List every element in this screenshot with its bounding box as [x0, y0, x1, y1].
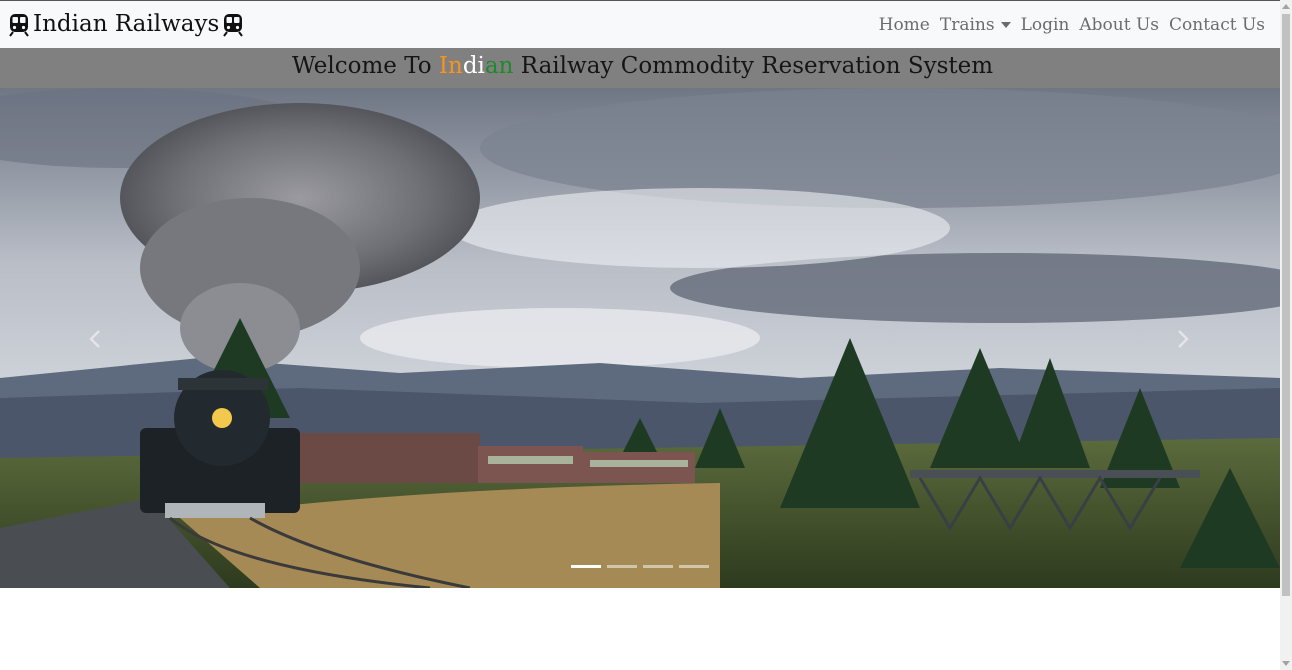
navbar: Indian Railways Home Trains Login About …: [0, 0, 1280, 48]
chevron-right-icon: [1178, 330, 1189, 348]
brand-title: Indian Railways: [33, 11, 220, 37]
tricolor-green-text: an: [484, 53, 514, 79]
tricolor-white-text: di: [462, 53, 485, 79]
welcome-text-start: Welcome To: [292, 53, 439, 79]
carousel-indicator-1[interactable]: [571, 565, 601, 568]
carousel-indicators: [571, 565, 715, 568]
page: Indian Railways Home Trains Login About …: [0, 0, 1280, 670]
scroll-up-arrow-icon[interactable]: [1280, 0, 1292, 12]
carousel-prev-button[interactable]: [80, 324, 110, 354]
nav-home[interactable]: Home: [879, 15, 930, 35]
vertical-scrollbar[interactable]: [1280, 0, 1292, 670]
nav-trains-dropdown[interactable]: Trains: [940, 15, 1011, 35]
nav-contact-us[interactable]: Contact Us: [1169, 15, 1265, 35]
nav-login[interactable]: Login: [1021, 15, 1070, 35]
caret-down-icon: [1000, 21, 1011, 28]
train-icon: [9, 13, 29, 37]
welcome-text-end: Railway Commodity Reservation System: [513, 53, 994, 79]
scrollbar-thumb[interactable]: [1282, 14, 1290, 596]
brand[interactable]: Indian Railways: [8, 13, 244, 37]
scroll-down-arrow-icon[interactable]: [1280, 658, 1292, 670]
image-carousel[interactable]: [0, 88, 1280, 588]
carousel-indicator-2[interactable]: [607, 565, 637, 568]
carousel-next-button[interactable]: [1168, 324, 1198, 354]
train-icon: [223, 13, 244, 37]
steam-train-landscape-image: [0, 88, 1280, 588]
welcome-banner: Welcome To Indian Railway Commodity Rese…: [0, 48, 1280, 88]
nav-about-us[interactable]: About Us: [1079, 15, 1159, 35]
nav-trains-label: Trains: [939, 14, 995, 35]
tricolor-saffron-text: In: [438, 53, 463, 79]
nav-links: Home Trains Login About Us Contact Us: [874, 15, 1270, 35]
welcome-heading: Welcome To Indian Railway Commodity Rese…: [292, 53, 993, 79]
carousel-indicator-4[interactable]: [679, 565, 709, 568]
chevron-left-icon: [89, 330, 100, 348]
carousel-indicator-3[interactable]: [643, 565, 673, 568]
